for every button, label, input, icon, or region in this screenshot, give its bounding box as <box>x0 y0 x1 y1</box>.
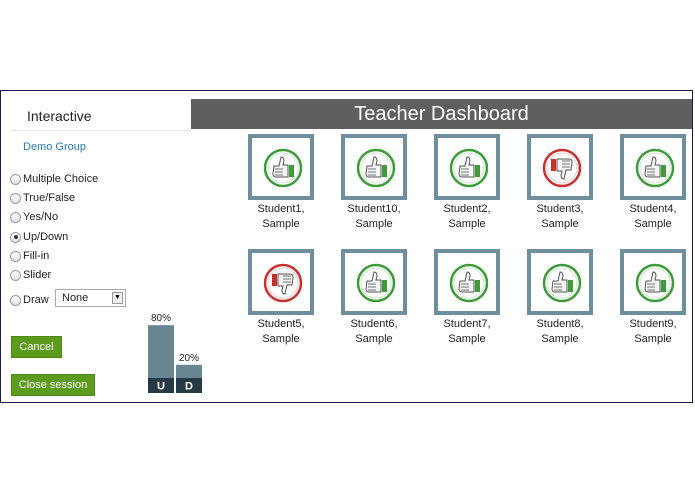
student-name-line2: Sample <box>355 218 393 230</box>
thumbs-up-icon <box>263 148 303 188</box>
student-vote-tile <box>341 134 407 200</box>
student-name-line1: Student3, <box>536 203 584 215</box>
student-vote-tile <box>434 249 500 315</box>
bar-category-label: D <box>185 381 193 393</box>
vote-bar-chart: 80% U 20% D <box>148 313 202 393</box>
student-name-line1: Student7, <box>443 318 491 330</box>
page-title: Teacher Dashboard <box>191 99 692 129</box>
radio-fill-in[interactable]: Fill-in <box>10 250 49 262</box>
thumbs-up-icon <box>449 148 489 188</box>
draw-select[interactable]: None ▼ <box>55 289 126 307</box>
bar-d <box>176 364 202 378</box>
radio-yes-no[interactable]: Yes/No <box>10 211 58 223</box>
bar-value-label: 80% <box>151 313 171 324</box>
student-vote-tile <box>248 249 314 315</box>
student-name-line2: Sample <box>541 218 579 230</box>
radio-up-down[interactable]: Up/Down <box>10 231 68 243</box>
student-name-line2: Sample <box>541 333 579 345</box>
group-link[interactable]: Demo Group <box>23 141 86 153</box>
bar-value-label: 20% <box>179 353 199 364</box>
thumbs-up-icon <box>449 263 489 303</box>
student-vote-tile <box>527 134 593 200</box>
radio-button[interactable] <box>10 192 21 204</box>
bar-category-label: U <box>157 381 165 393</box>
student-name-line2: Sample <box>262 218 300 230</box>
student-name: Student9, Sample <box>608 317 695 347</box>
student-name: Student4, Sample <box>608 202 695 232</box>
student-vote-tile <box>620 249 686 315</box>
thumbs-down-icon <box>263 263 303 303</box>
radio-button[interactable] <box>10 250 21 262</box>
thumbs-up-icon <box>542 263 582 303</box>
radio-label: Draw <box>23 294 49 306</box>
student-name: Student7, Sample <box>422 317 512 347</box>
radio-label: Fill-in <box>23 250 50 262</box>
radio-draw[interactable]: Draw <box>10 294 49 306</box>
bar-u <box>148 325 174 378</box>
radio-multiple-choice[interactable]: Multiple Choice <box>10 173 98 185</box>
thumbs-up-icon <box>635 148 675 188</box>
student-name-line1: Student10, <box>347 203 401 215</box>
student-name-line2: Sample <box>262 333 300 345</box>
chevron-down-icon[interactable]: ▼ <box>112 292 123 304</box>
student-name-line2: Sample <box>448 218 486 230</box>
student-name-line1: Student6, <box>350 318 398 330</box>
draw-select-value: None <box>62 292 89 304</box>
student-name: Student6, Sample <box>329 317 419 347</box>
student-name-line1: Student5, <box>257 318 305 330</box>
radio-label: True/False <box>23 192 76 204</box>
student-name: Student10, Sample <box>329 202 419 232</box>
student-name: Student5, Sample <box>236 317 326 347</box>
student-name-line2: Sample <box>634 333 672 345</box>
thumbs-up-icon <box>635 263 675 303</box>
student-vote-tile <box>527 249 593 315</box>
radio-button[interactable] <box>10 173 21 185</box>
student-name-line2: Sample <box>634 218 672 230</box>
student-vote-tile <box>341 249 407 315</box>
radio-label: Yes/No <box>23 211 59 223</box>
thumbs-up-icon <box>356 148 396 188</box>
panel-divider <box>11 130 191 131</box>
student-name: Student1, Sample <box>236 202 326 232</box>
radio-button[interactable] <box>10 294 21 306</box>
student-name-line2: Sample <box>355 333 393 345</box>
radio-button[interactable] <box>10 231 21 243</box>
student-name-line1: Student2, <box>443 203 491 215</box>
thumbs-up-icon <box>356 263 396 303</box>
student-name: Student8, Sample <box>515 317 605 347</box>
radio-true-false[interactable]: True/False <box>10 192 75 204</box>
student-name-line1: Student4, <box>629 203 677 215</box>
close-session-button[interactable]: Close session <box>11 374 95 396</box>
student-name-line1: Student8, <box>536 318 584 330</box>
student-name-line1: Student9, <box>629 318 677 330</box>
radio-button[interactable] <box>10 269 21 281</box>
student-vote-tile <box>434 134 500 200</box>
radio-label: Up/Down <box>23 231 69 243</box>
student-name: Student2, Sample <box>422 202 512 232</box>
student-vote-tile <box>248 134 314 200</box>
radio-button[interactable] <box>10 211 21 223</box>
thumbs-down-icon <box>542 148 582 188</box>
panel-title: Interactive <box>27 108 92 124</box>
cancel-button[interactable]: Cancel <box>11 336 62 358</box>
student-name-line2: Sample <box>448 333 486 345</box>
radio-label: Multiple Choice <box>23 173 99 185</box>
student-name: Student3, Sample <box>515 202 605 232</box>
student-name-line1: Student1, <box>257 203 305 215</box>
student-vote-tile <box>620 134 686 200</box>
radio-label: Slider <box>23 269 52 281</box>
radio-slider[interactable]: Slider <box>10 269 51 281</box>
